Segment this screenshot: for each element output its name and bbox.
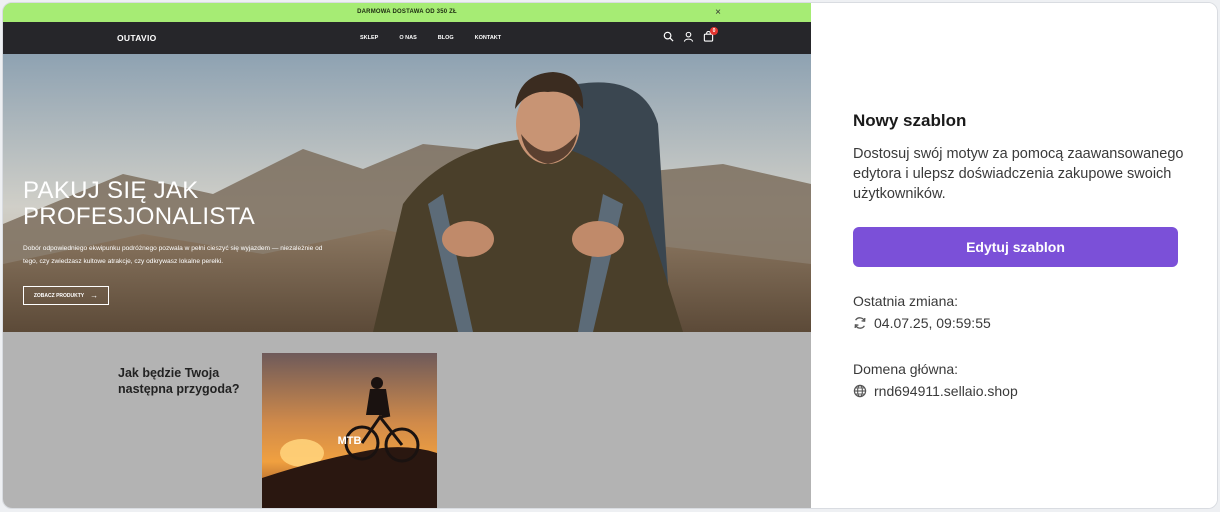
hero-banner: PAKUJ SIĘ JAK PROFESJONALISTA Dobór odpo… (3, 54, 811, 332)
template-card: DARMOWA DOSTAWA OD 350 ZŁ × OUTAVIO SKLE… (2, 2, 1218, 509)
hero-subtitle: Dobór odpowiedniego ekwipunku podróżnego… (23, 245, 323, 265)
arrow-right-icon: → (90, 290, 99, 300)
store-menu: SKLEP O NAS BLOG KONTAKT (360, 22, 522, 54)
section-title: Jak będzie Twoja następna przygoda? (118, 366, 240, 396)
hero-cta-label: ZOBACZ PRODUKTY (33, 292, 85, 299)
promo-text: DARMOWA DOSTAWA OD 350 ZŁ (357, 9, 457, 15)
last-change-value: 04.07.25, 09:59:55 (874, 315, 991, 331)
menu-item-blog[interactable]: BLOG (438, 22, 454, 54)
refresh-icon (854, 317, 866, 329)
store-logo[interactable]: OUTAVIO (117, 22, 157, 54)
template-info-panel: Nowy szablon Dostosuj swój motyw za pomo… (811, 3, 1217, 508)
category-tile-mtb[interactable]: MTB (262, 353, 437, 508)
last-change-row: 04.07.25, 09:59:55 (853, 315, 991, 331)
menu-item-kontakt[interactable]: KONTAKT (475, 22, 501, 54)
domain-row: rnd694911.sellaio.shop (853, 383, 1018, 399)
search-icon[interactable] (663, 31, 674, 42)
promo-bar: DARMOWA DOSTAWA OD 350 ZŁ × (3, 3, 811, 22)
store-nav: OUTAVIO SKLEP O NAS BLOG KONTAKT 0 (3, 22, 811, 54)
close-icon[interactable]: × (715, 3, 721, 22)
domain-label: Domena główna: (853, 361, 959, 377)
edit-template-button[interactable]: Edytuj szablon (853, 227, 1178, 267)
store-preview[interactable]: DARMOWA DOSTAWA OD 350 ZŁ × OUTAVIO SKLE… (3, 3, 811, 508)
user-icon[interactable] (683, 31, 694, 42)
menu-item-sklep[interactable]: SKLEP (360, 22, 378, 54)
last-change-label: Ostatnia zmiana: (853, 293, 959, 309)
panel-description: Dostosuj swój motyw za pomocą zaawansowa… (853, 146, 1184, 202)
hero-title: PAKUJ SIĘ JAK PROFESJONALISTA (23, 177, 256, 230)
panel-title: Nowy szablon (853, 111, 967, 130)
cart[interactable]: 0 (703, 27, 718, 42)
tile-label: MTB (337, 435, 362, 447)
globe-icon (853, 384, 867, 398)
hero-cta-button[interactable]: ZOBACZ PRODUKTY → (23, 286, 109, 305)
mtb-image (262, 353, 437, 508)
cart-count-badge: 0 (710, 27, 718, 35)
menu-item-o-nas[interactable]: O NAS (399, 22, 416, 54)
domain-value[interactable]: rnd694911.sellaio.shop (874, 383, 1018, 399)
nav-icons: 0 (663, 27, 718, 42)
